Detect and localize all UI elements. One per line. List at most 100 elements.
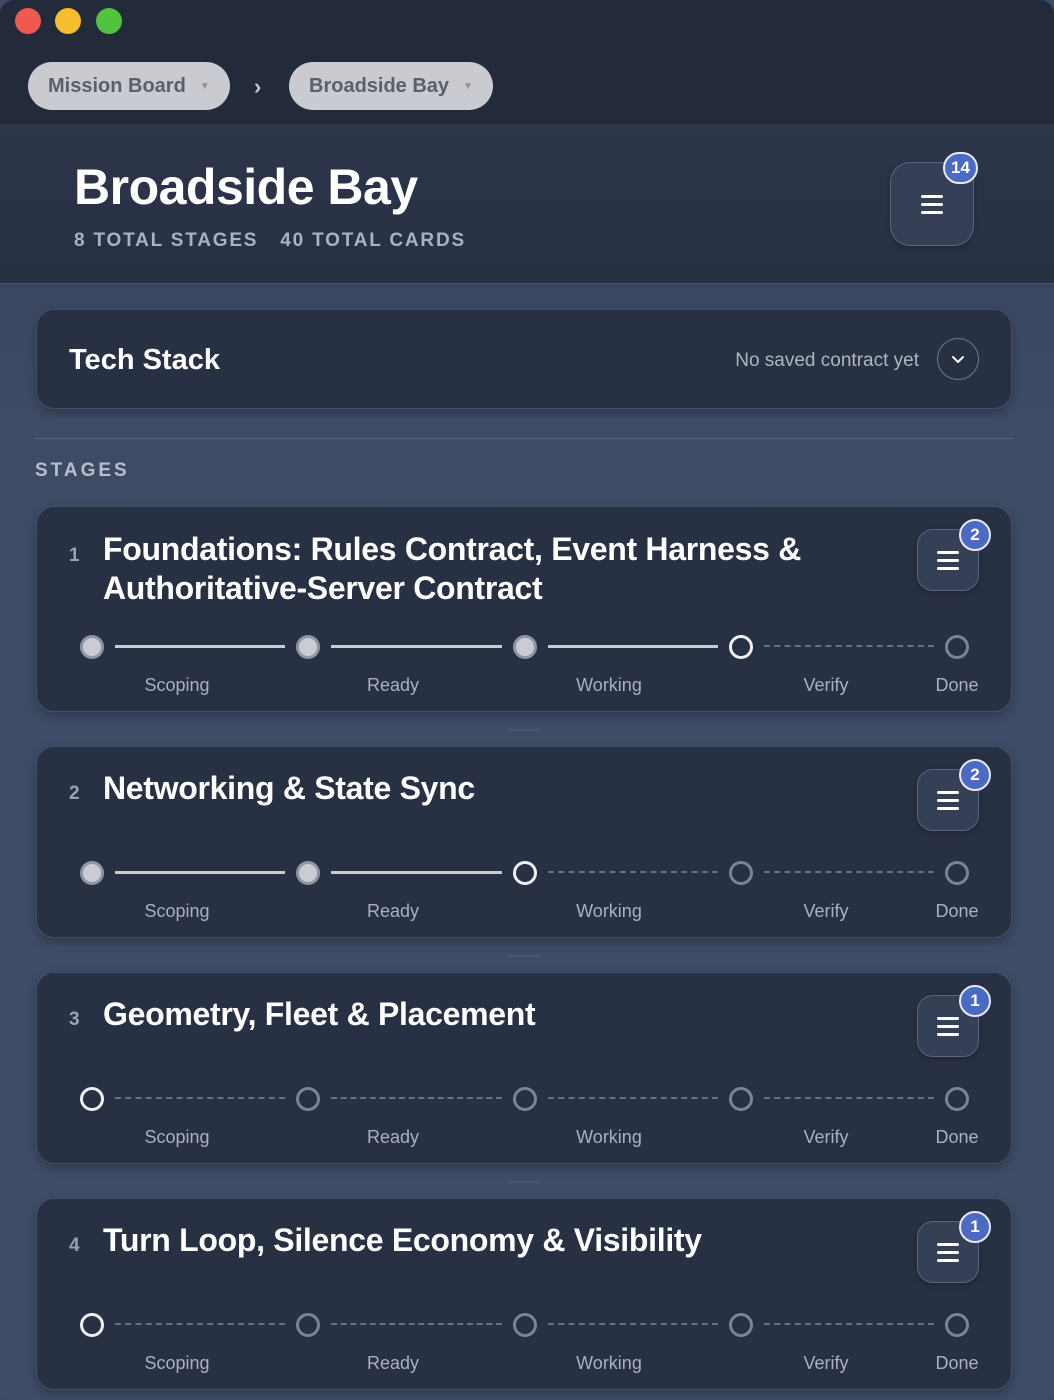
stage-number: 4 xyxy=(69,1235,80,1256)
stage-card[interactable]: 1 Foundations: Rules Contract, Event Harn… xyxy=(36,506,1012,712)
progress-step-label: Working xyxy=(576,1127,642,1147)
progress-step-node[interactable] xyxy=(80,861,104,885)
progress-step-node[interactable] xyxy=(80,1313,104,1337)
title-bar: Mission Board ▼ › Broadside Bay ▼ xyxy=(0,0,1054,124)
progress-step-label: Working xyxy=(576,1353,642,1373)
progress-step-label: Verify xyxy=(803,675,849,695)
breadcrumb-project-label: Broadside Bay xyxy=(309,74,450,97)
progress-step-node[interactable] xyxy=(729,1087,753,1111)
board-header: Broadside Bay 8 TOTAL STAGES 40 TOTAL CAR… xyxy=(0,124,1054,284)
progress-step-node[interactable] xyxy=(296,861,320,885)
progress-step-node[interactable] xyxy=(513,635,537,659)
menu-icon xyxy=(937,790,959,810)
total-cards-count: 40 TOTAL CARDS xyxy=(280,230,466,251)
stage-title: Geometry, Fleet & Placement xyxy=(103,996,536,1032)
tech-stack-status: No saved contract yet xyxy=(735,350,919,371)
progress-segment xyxy=(764,871,934,873)
menu-icon xyxy=(937,1016,959,1036)
stage-connector xyxy=(508,955,540,957)
breadcrumb-separator-icon: › xyxy=(254,74,262,99)
progress-step-label: Ready xyxy=(366,1353,420,1373)
stage-title: Foundations: Rules Contract, Event Harne… xyxy=(103,531,802,606)
stage-card[interactable]: 4 Turn Loop, Silence Economy & Visibility… xyxy=(36,1198,1012,1390)
breadcrumb-project-selector[interactable]: Broadside Bay ▼ xyxy=(289,62,493,110)
stage-connector xyxy=(508,729,540,731)
progress-step-node[interactable] xyxy=(296,1087,320,1111)
progress-step-label: Done xyxy=(935,675,979,695)
maximize-window-button[interactable] xyxy=(96,8,122,34)
progress-segment xyxy=(331,1323,502,1325)
progress-step-node[interactable] xyxy=(945,861,969,885)
progress-step-label: Done xyxy=(935,901,979,921)
stage-progress-track xyxy=(37,1310,1013,1340)
tech-stack-expand-button[interactable] xyxy=(937,338,979,380)
stage-card-count-badge: 2 xyxy=(959,759,991,791)
progress-step-label: Scoping xyxy=(144,1353,210,1373)
breadcrumb-board-selector[interactable]: Mission Board ▼ xyxy=(28,62,230,110)
progress-step-node[interactable] xyxy=(945,635,969,659)
progress-step-label: Verify xyxy=(803,1353,849,1373)
progress-segment xyxy=(548,1323,718,1325)
total-stages-count: 8 TOTAL STAGES xyxy=(74,230,259,251)
progress-step-node[interactable] xyxy=(513,1313,537,1337)
stage-card[interactable]: 3 Geometry, Fleet & Placement 1 Scoping Read… xyxy=(36,972,1012,1164)
progress-segment xyxy=(115,645,285,648)
progress-segment xyxy=(331,1097,502,1099)
progress-step-node[interactable] xyxy=(513,1087,537,1111)
progress-step-node[interactable] xyxy=(729,1313,753,1337)
progress-step-node[interactable] xyxy=(80,1087,104,1111)
progress-step-label: Ready xyxy=(366,901,420,921)
progress-segment xyxy=(548,645,718,648)
stage-title: Networking & State Sync xyxy=(103,770,475,806)
stage-title: Turn Loop, Silence Economy & Visibility xyxy=(103,1222,702,1258)
close-window-button[interactable] xyxy=(15,8,41,34)
progress-step-node[interactable] xyxy=(945,1313,969,1337)
menu-icon xyxy=(921,194,943,214)
chevron-down-icon: ▼ xyxy=(199,80,210,92)
board-menu-badge: 14 xyxy=(943,152,978,184)
progress-step-node[interactable] xyxy=(729,635,753,659)
progress-segment xyxy=(764,645,934,647)
stage-card-count-badge: 2 xyxy=(959,519,991,551)
progress-segment xyxy=(331,645,502,648)
progress-segment xyxy=(115,1097,285,1099)
progress-segment xyxy=(548,871,718,873)
stage-card[interactable]: 2 Networking & State Sync 2 Scoping Ready Wor… xyxy=(36,746,1012,938)
progress-step-node[interactable] xyxy=(80,635,104,659)
section-divider xyxy=(35,438,1013,439)
progress-step-label: Working xyxy=(576,901,642,921)
progress-step-label: Verify xyxy=(803,1127,849,1147)
progress-segment xyxy=(764,1323,934,1325)
progress-step-node[interactable] xyxy=(296,1313,320,1337)
progress-step-label: Ready xyxy=(366,675,420,695)
stage-progress-track xyxy=(37,858,1013,888)
breadcrumb-board-label: Mission Board xyxy=(48,74,186,97)
stage-progress-track xyxy=(37,632,1013,662)
stage-card-count-badge: 1 xyxy=(959,1211,991,1243)
progress-step-label: Scoping xyxy=(144,675,210,695)
progress-step-node[interactable] xyxy=(513,861,537,885)
progress-step-label: Scoping xyxy=(144,901,210,921)
stage-progress-track xyxy=(37,1084,1013,1114)
progress-step-node[interactable] xyxy=(296,635,320,659)
app-window: Mission Board ▼ › Broadside Bay ▼ Broads… xyxy=(0,0,1054,1400)
page-title: Broadside Bay xyxy=(74,159,418,215)
tech-stack-panel[interactable]: Tech Stack No saved contract yet xyxy=(36,309,1012,409)
tech-stack-title: Tech Stack xyxy=(69,344,220,376)
progress-step-label: Ready xyxy=(366,1127,420,1147)
progress-step-node[interactable] xyxy=(945,1087,969,1111)
progress-step-label: Done xyxy=(935,1353,979,1373)
progress-step-node[interactable] xyxy=(729,861,753,885)
progress-step-label: Scoping xyxy=(144,1127,210,1147)
progress-segment xyxy=(115,871,285,874)
progress-segment xyxy=(331,871,502,874)
menu-icon xyxy=(937,550,959,570)
progress-step-label: Done xyxy=(935,1127,979,1147)
stage-connector xyxy=(508,1181,540,1183)
progress-segment xyxy=(764,1097,934,1099)
progress-segment xyxy=(548,1097,718,1099)
stage-number: 1 xyxy=(69,545,80,566)
progress-step-label: Verify xyxy=(803,901,849,921)
minimize-window-button[interactable] xyxy=(55,8,81,34)
stages-section-label: STAGES xyxy=(35,460,130,481)
